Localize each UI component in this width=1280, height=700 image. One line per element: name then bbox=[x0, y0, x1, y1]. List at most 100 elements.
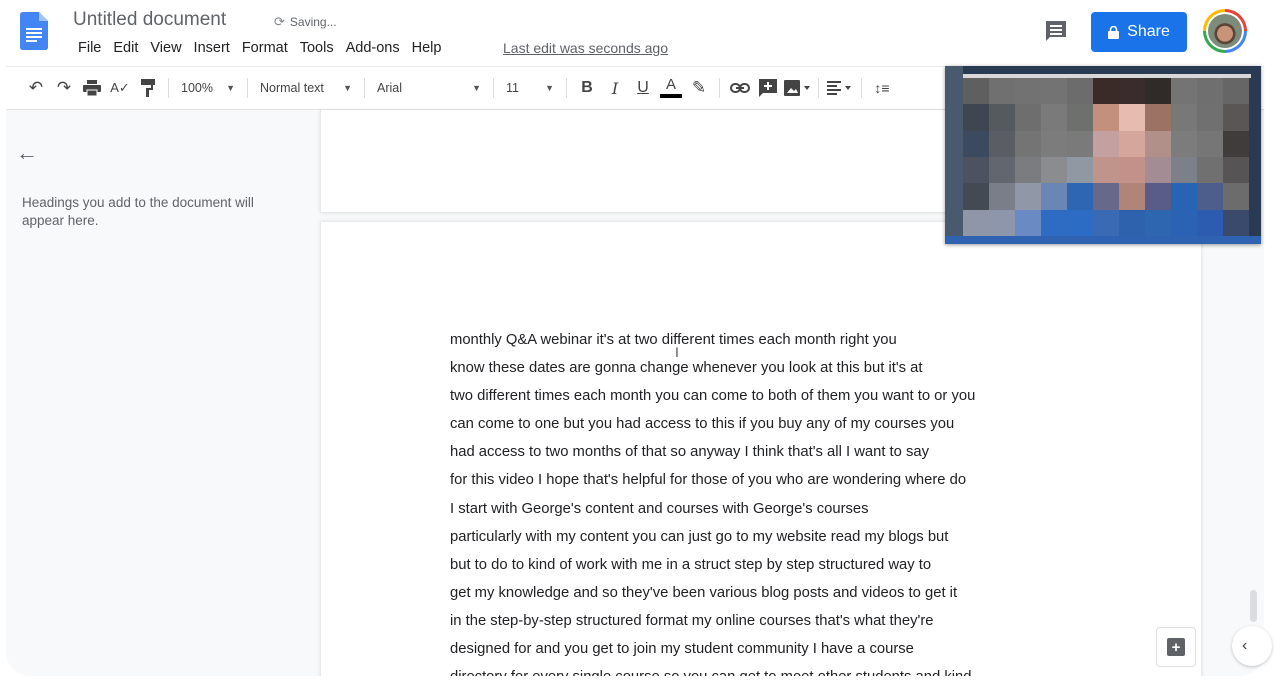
text-color-button[interactable]: A bbox=[657, 74, 685, 102]
document-line: get my knowledge and so they've been var… bbox=[450, 584, 958, 601]
text-color-swatch bbox=[660, 94, 682, 98]
toolbar-divider bbox=[493, 78, 494, 98]
document-page[interactable]: monthly Q&A webinar it's at two differen… bbox=[320, 222, 1202, 676]
align-left-icon[interactable] bbox=[825, 74, 855, 102]
webcam-pixel-block bbox=[963, 78, 989, 105]
spellcheck-icon[interactable]: A✓ bbox=[106, 74, 134, 102]
webcam-pixel-block bbox=[1041, 157, 1067, 184]
close-outline-icon[interactable]: ← bbox=[16, 140, 38, 166]
webcam-pixel-block bbox=[989, 130, 1015, 157]
webcam-pixel-block bbox=[1197, 209, 1223, 236]
document-body[interactable]: monthly Q&A webinar it's at two differen… bbox=[450, 326, 1050, 676]
webcam-pixel-block bbox=[1041, 209, 1067, 236]
document-title[interactable]: Untitled document bbox=[73, 9, 226, 31]
webcam-pixel-block bbox=[1197, 157, 1223, 184]
font-size-value: 11 bbox=[506, 81, 519, 95]
toolbar-divider bbox=[818, 78, 819, 98]
menu-insert[interactable]: Insert bbox=[188, 40, 236, 56]
webcam-pixel-block bbox=[1093, 130, 1119, 157]
menu-help[interactable]: Help bbox=[406, 40, 448, 56]
webcam-overlay bbox=[945, 66, 1261, 244]
menu-view[interactable]: View bbox=[144, 40, 187, 56]
share-label: Share bbox=[1127, 23, 1170, 40]
print-icon[interactable] bbox=[78, 74, 106, 102]
webcam-pixel-block bbox=[1067, 157, 1093, 184]
document-line: in the step-by-step structured format my… bbox=[450, 612, 934, 629]
webcam-pixel-block bbox=[1223, 130, 1249, 157]
highlight-icon[interactable]: ✎ bbox=[685, 74, 713, 102]
webcam-pixel-block bbox=[963, 104, 989, 131]
webcam-pixel-block bbox=[1171, 209, 1197, 236]
webcam-pixel-block bbox=[1145, 104, 1171, 131]
menu-addons[interactable]: Add-ons bbox=[340, 40, 406, 56]
underline-button[interactable]: U bbox=[629, 74, 657, 102]
webcam-pixel-block bbox=[1223, 104, 1249, 131]
webcam-pixel-block bbox=[1067, 78, 1093, 105]
undo-icon[interactable]: ↶ bbox=[22, 74, 50, 102]
webcam-pixel-block bbox=[963, 209, 989, 236]
toolbar-divider bbox=[861, 78, 862, 98]
menu-file[interactable]: File bbox=[72, 40, 107, 56]
webcam-pixel-block bbox=[1093, 78, 1119, 105]
webcam-pixel-block bbox=[1145, 130, 1171, 157]
explore-button[interactable]: + bbox=[1156, 627, 1196, 667]
outline-hint-text: Headings you add to the document will ap… bbox=[22, 195, 254, 228]
side-panel-toggle[interactable]: ‹ bbox=[1232, 626, 1272, 666]
webcam-pixel-block bbox=[1197, 183, 1223, 210]
webcam-pixel-block bbox=[1197, 78, 1223, 105]
zoom-select[interactable]: 100% ▼ bbox=[175, 74, 241, 102]
document-line: directory for every single course so you… bbox=[450, 663, 1050, 676]
zoom-value: 100% bbox=[181, 81, 213, 95]
font-select[interactable]: Arial ▼ bbox=[371, 74, 487, 102]
insert-image-icon[interactable] bbox=[782, 74, 812, 102]
redo-icon[interactable]: ↷ bbox=[50, 74, 78, 102]
document-line: particularly with my content you can jus… bbox=[450, 528, 949, 545]
webcam-pixel-block bbox=[1119, 209, 1145, 236]
chevron-left-icon: ‹ bbox=[1242, 637, 1248, 654]
vertical-scrollbar[interactable] bbox=[1250, 590, 1257, 622]
menu-format[interactable]: Format bbox=[236, 40, 294, 56]
webcam-pixel-block bbox=[1145, 183, 1171, 210]
webcam-pixel-block bbox=[1067, 209, 1093, 236]
add-comment-icon[interactable] bbox=[754, 74, 782, 102]
webcam-pixel-block bbox=[1197, 130, 1223, 157]
webcam-pixel-block bbox=[1015, 183, 1041, 210]
webcam-pixel-block bbox=[1015, 78, 1041, 105]
document-line: but to do to kind of work with me in a s… bbox=[450, 556, 932, 573]
webcam-pixel-block bbox=[989, 183, 1015, 210]
webcam-pixel-block bbox=[1041, 78, 1067, 105]
menu-edit[interactable]: Edit bbox=[107, 40, 144, 56]
document-line: I start with George's content and course… bbox=[450, 500, 869, 517]
webcam-pixel-block bbox=[1041, 104, 1067, 131]
paragraph-style-select[interactable]: Normal text ▼ bbox=[254, 74, 358, 102]
italic-button[interactable]: I bbox=[601, 74, 629, 102]
font-value: Arial bbox=[377, 81, 403, 95]
menu-tools[interactable]: Tools bbox=[294, 40, 340, 56]
last-edit-link[interactable]: Last edit was seconds ago bbox=[503, 40, 668, 56]
webcam-pixel-block bbox=[1119, 157, 1145, 184]
bold-button[interactable]: B bbox=[573, 74, 601, 102]
font-size-select[interactable]: 11 ▼ bbox=[500, 74, 560, 102]
webcam-pixel-block bbox=[1093, 157, 1119, 184]
webcam-pixel-block bbox=[1041, 183, 1067, 210]
webcam-pixel-block bbox=[1015, 130, 1041, 157]
share-button[interactable]: Share bbox=[1091, 12, 1187, 52]
paint-format-icon[interactable] bbox=[134, 74, 162, 102]
chevron-down-icon: ▼ bbox=[343, 83, 352, 93]
line-spacing-icon[interactable]: ↕≡ bbox=[868, 74, 896, 102]
webcam-pixel-block bbox=[1093, 104, 1119, 131]
webcam-pixel-block bbox=[989, 78, 1015, 105]
webcam-pixel-block bbox=[1119, 78, 1145, 105]
save-status: ⟳ Saving... bbox=[274, 14, 337, 30]
webcam-pixel-block bbox=[989, 104, 1015, 131]
comments-icon[interactable] bbox=[1044, 20, 1068, 42]
webcam-pixel-block bbox=[1223, 183, 1249, 210]
webcam-pixel-block bbox=[1223, 209, 1249, 236]
text-color-icon: A bbox=[665, 76, 676, 93]
google-docs-logo-icon[interactable] bbox=[20, 12, 48, 50]
webcam-top-bar bbox=[963, 74, 1251, 78]
toolbar-divider bbox=[364, 78, 365, 98]
insert-link-icon[interactable] bbox=[726, 74, 754, 102]
webcam-pixel-block bbox=[1171, 130, 1197, 157]
account-avatar[interactable] bbox=[1203, 9, 1247, 53]
